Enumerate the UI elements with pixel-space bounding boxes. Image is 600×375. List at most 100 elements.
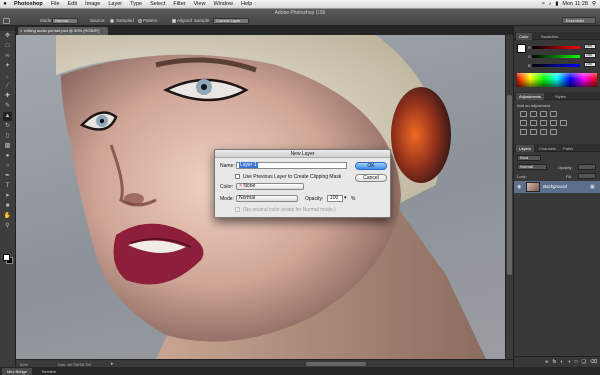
- close-tab-icon[interactable]: ×: [20, 27, 22, 35]
- slider-b[interactable]: [532, 64, 580, 67]
- tab-mini-bridge[interactable]: Mini Bridge: [2, 368, 33, 375]
- tab-layers[interactable]: Layers: [516, 145, 535, 152]
- sample-select[interactable]: Current Layer: [213, 18, 249, 24]
- invert-adjust-icon[interactable]: [520, 129, 527, 135]
- dodge-tool-icon[interactable]: ○: [3, 162, 12, 171]
- menu-select[interactable]: Select: [146, 1, 169, 7]
- posterize-adjust-icon[interactable]: [530, 129, 537, 135]
- volume-icon[interactable]: ♪: [549, 1, 552, 7]
- menu-layer[interactable]: Layer: [104, 1, 126, 7]
- aligned-checkbox[interactable]: [172, 19, 176, 23]
- tab-styles[interactable]: Styles: [552, 93, 569, 100]
- eyedropper-tool-icon[interactable]: ⁄: [3, 82, 12, 91]
- delete-layer-icon[interactable]: ⌫: [590, 359, 597, 365]
- history-brush-tool-icon[interactable]: ↻: [3, 122, 12, 131]
- foreground-color-swatch[interactable]: [3, 254, 10, 261]
- panel-fg-swatch[interactable]: [517, 44, 526, 53]
- color-balance-adjust-icon[interactable]: [540, 120, 547, 126]
- document-tab[interactable]: × editing audio portrait.psd @ 50% (RGB/…: [18, 27, 108, 35]
- menu-edit[interactable]: Edit: [64, 1, 81, 7]
- lasso-tool-icon[interactable]: ∞: [3, 52, 12, 61]
- tab-adjustments[interactable]: Adjustments: [516, 93, 545, 100]
- horizontal-scroll-thumb[interactable]: [306, 362, 366, 366]
- menu-view[interactable]: View: [190, 1, 210, 7]
- curves-adjust-icon[interactable]: [540, 111, 547, 117]
- layer-filter-select[interactable]: Kind: [517, 155, 541, 161]
- type-tool-icon[interactable]: T: [3, 182, 12, 191]
- tab-color[interactable]: Color: [516, 33, 532, 40]
- color-spectrum-ramp[interactable]: [517, 73, 597, 87]
- color-select[interactable]: × None: [236, 183, 304, 190]
- slider-r[interactable]: [532, 46, 580, 49]
- pattern-radio[interactable]: [138, 19, 142, 23]
- tab-timeline[interactable]: Timeline: [36, 368, 61, 375]
- opacity-input[interactable]: 100: [327, 195, 343, 202]
- menu-clock[interactable]: Mon 11:28: [562, 1, 588, 7]
- slider-b-value[interactable]: 255: [584, 62, 596, 67]
- blend-mode-select[interactable]: Normal: [517, 164, 547, 170]
- menu-type[interactable]: Type: [126, 1, 146, 7]
- shape-tool-icon[interactable]: ■: [3, 202, 12, 211]
- brightness-adjust-icon[interactable]: [520, 111, 527, 117]
- eraser-tool-icon[interactable]: ▯: [3, 132, 12, 141]
- vertical-scrollbar[interactable]: [505, 35, 513, 359]
- layer-style-icon[interactable]: fx: [552, 359, 556, 365]
- battery-icon[interactable]: ▮: [555, 1, 558, 7]
- tools-panel-grip[interactable]: [0, 26, 15, 31]
- menu-app-name[interactable]: Photoshop: [10, 1, 47, 7]
- new-fill-layer-icon[interactable]: ◑: [567, 359, 570, 365]
- workspace-select[interactable]: Essentials: [562, 17, 596, 24]
- pen-tool-icon[interactable]: ✒: [3, 172, 12, 181]
- crop-tool-icon[interactable]: ⌞: [3, 72, 12, 81]
- layer-row-background[interactable]: ◉ Background ▣: [514, 181, 600, 193]
- hand-tool-icon[interactable]: ✋: [3, 212, 12, 221]
- layer-fill-input[interactable]: [578, 173, 596, 179]
- tab-swatches[interactable]: Swatches: [538, 33, 561, 40]
- spotlight-search-icon[interactable]: ⚲: [592, 1, 596, 7]
- gradient-tool-icon[interactable]: ▩: [3, 142, 12, 151]
- threshold-adjust-icon[interactable]: [540, 129, 547, 135]
- layer-visibility-eye-icon[interactable]: ◉: [517, 184, 521, 190]
- exposure-adjust-icon[interactable]: [550, 111, 557, 117]
- move-tool-icon[interactable]: ✥: [3, 32, 12, 41]
- vertical-scroll-thumb[interactable]: [507, 95, 512, 275]
- healing-brush-tool-icon[interactable]: ✚: [3, 92, 12, 101]
- menu-window[interactable]: Window: [209, 1, 237, 7]
- opacity-stepper-icon[interactable]: ▾: [344, 195, 347, 201]
- levels-adjust-icon[interactable]: [530, 111, 537, 117]
- clone-stamp-tool-preset-icon[interactable]: [3, 18, 10, 24]
- layer-opacity-input[interactable]: [578, 164, 596, 170]
- menu-image[interactable]: Image: [81, 1, 104, 7]
- brush-tool-icon[interactable]: ✎: [3, 102, 12, 111]
- tab-paths[interactable]: Paths: [560, 145, 576, 152]
- slider-r-value[interactable]: 255: [584, 44, 596, 49]
- mode-select[interactable]: Normal: [52, 18, 78, 24]
- vibrance-adjust-icon[interactable]: [520, 120, 527, 126]
- gradient-map-adjust-icon[interactable]: [550, 129, 557, 135]
- clipping-mask-checkbox[interactable]: [235, 174, 240, 179]
- slider-g-value[interactable]: 255: [584, 53, 596, 58]
- slider-g[interactable]: [532, 55, 580, 58]
- wifi-icon[interactable]: ≈: [542, 1, 545, 7]
- menu-file[interactable]: File: [47, 1, 64, 7]
- menu-help[interactable]: Help: [237, 1, 256, 7]
- ok-button[interactable]: OK: [355, 162, 387, 170]
- mode-select[interactable]: Normal: [236, 195, 298, 202]
- cancel-button[interactable]: Cancel: [355, 174, 387, 182]
- neutral-color-checkbox[interactable]: [235, 207, 240, 212]
- new-layer-icon[interactable]: ❏: [581, 359, 585, 365]
- layer-name-input[interactable]: Layer 1: [236, 162, 347, 169]
- add-mask-icon[interactable]: ◐: [560, 359, 563, 365]
- link-layers-icon[interactable]: ∞: [545, 359, 549, 365]
- zoom-tool-icon[interactable]: ⚲: [3, 222, 12, 231]
- hue-saturation-adjust-icon[interactable]: [530, 120, 537, 126]
- path-select-tool-icon[interactable]: ➤: [3, 192, 12, 201]
- menu-filter[interactable]: Filter: [169, 1, 189, 7]
- tab-channels[interactable]: Channels: [536, 145, 559, 152]
- marquee-tool-icon[interactable]: □: [3, 42, 12, 51]
- new-group-icon[interactable]: □: [574, 359, 577, 365]
- black-white-adjust-icon[interactable]: [550, 120, 557, 126]
- clone-stamp-tool-icon[interactable]: ▲: [3, 112, 12, 121]
- photo-filter-adjust-icon[interactable]: [560, 120, 567, 126]
- quick-select-tool-icon[interactable]: ✦: [3, 62, 12, 71]
